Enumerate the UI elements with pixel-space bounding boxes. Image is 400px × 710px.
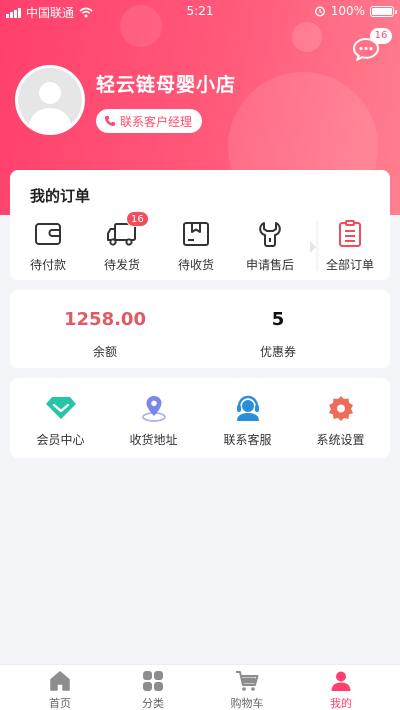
balance-label: 余额	[92, 345, 117, 359]
shipping-address-button[interactable]: 收货地址	[106, 393, 201, 448]
wrench-icon	[259, 222, 281, 247]
phone-icon	[105, 116, 115, 126]
system-settings-label: 系统设置	[316, 433, 365, 447]
member-center-button[interactable]: 会员中心	[13, 393, 108, 448]
message-button[interactable]: 16	[352, 28, 392, 62]
order-after-sales-label: 申请售后	[245, 258, 294, 272]
pending-shipment-badge: 16	[126, 211, 149, 227]
order-pending-receipt[interactable]: 待收货	[158, 217, 234, 273]
coupon-stat[interactable]: 5 优惠券	[183, 290, 373, 360]
shipping-address-label: 收货地址	[129, 433, 178, 447]
tab-cart-label: 购物车	[230, 697, 264, 710]
bottom-tab-bar: 首页 分类 购物车 我的	[0, 664, 400, 710]
grid-icon	[143, 671, 163, 691]
diamond-icon	[45, 397, 76, 419]
order-pending-payment[interactable]: 待付款	[10, 217, 86, 273]
services-card: 会员中心 收货地址 联系客服 系统设置	[10, 378, 390, 458]
tab-cart[interactable]: 购物车	[202, 669, 292, 710]
customer-service-label: 联系客服	[223, 433, 272, 447]
shop-name: 轻云链母婴小店	[96, 74, 237, 96]
tab-category-label: 分类	[142, 697, 164, 710]
default-avatar-icon	[18, 68, 82, 132]
member-center-label: 会员中心	[36, 433, 85, 447]
balance-value: 1258.00	[64, 309, 146, 330]
stats-card: 1258.00 余额 5 优惠券	[10, 290, 390, 368]
list-icon	[339, 220, 361, 247]
order-pending-shipment[interactable]: 16 待发货	[84, 211, 160, 273]
tab-mine[interactable]: 我的	[296, 669, 386, 710]
orders-card: 我的订单 待付款 16 待发货 待收货 申请售后 全部订单	[10, 170, 390, 280]
headset-icon	[236, 395, 259, 421]
location-pin-icon	[141, 396, 166, 422]
alarm-icon	[314, 6, 325, 17]
gear-icon	[328, 396, 353, 421]
coupon-value: 5	[271, 309, 285, 330]
order-pending-shipment-label: 待发货	[103, 258, 140, 272]
battery-icon	[370, 5, 397, 17]
cart-icon	[236, 671, 259, 691]
tab-home-label: 首页	[49, 697, 71, 710]
wallet-icon	[35, 223, 61, 245]
customer-service-button[interactable]: 联系客服	[200, 393, 295, 448]
orders-title: 我的订单	[30, 187, 91, 205]
person-icon	[331, 671, 351, 691]
contact-manager-label: 联系客户经理	[120, 114, 193, 129]
balance-stat[interactable]: 1258.00 余额	[10, 290, 200, 360]
status-bar: 中国联通 5:21 100%	[0, 0, 400, 22]
order-all[interactable]: 全部订单	[312, 217, 388, 273]
contact-manager-button[interactable]: 联系客户经理	[96, 109, 203, 133]
message-badge: 16	[370, 28, 392, 44]
box-icon	[183, 222, 209, 246]
coupon-label: 优惠券	[259, 345, 296, 359]
avatar[interactable]	[15, 65, 85, 135]
order-pending-payment-label: 待付款	[29, 258, 66, 272]
home-icon	[50, 671, 70, 691]
tab-category[interactable]: 分类	[108, 669, 198, 710]
battery-percent: 100%	[330, 4, 365, 18]
system-settings-button[interactable]: 系统设置	[293, 393, 388, 448]
order-after-sales[interactable]: 申请售后	[232, 217, 308, 273]
tab-home[interactable]: 首页	[15, 669, 105, 710]
order-pending-receipt-label: 待收货	[177, 258, 214, 272]
tab-mine-label: 我的	[330, 697, 352, 710]
order-all-label: 全部订单	[325, 258, 374, 272]
